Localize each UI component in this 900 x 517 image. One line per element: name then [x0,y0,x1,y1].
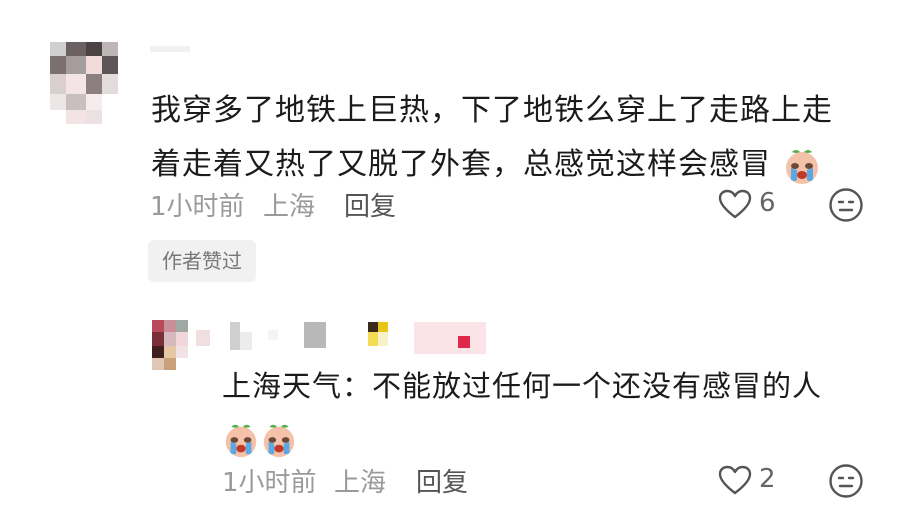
comment-location: 上海 [263,192,316,222]
replier-avatar[interactable] [152,320,188,370]
heart-icon [718,465,752,495]
comment-text: 我穿多了地铁上巨热，下了地铁么穿上了走路上走着走着又热了又脱了外套，总感觉这样会… [151,84,851,192]
reply-reply-button[interactable]: 回复 [416,462,468,499]
replier-username[interactable] [196,322,496,356]
reply-body: 上海天气：不能放过任何一个还没有感冒的人 [222,369,823,403]
comment-body: 我穿多了地铁上巨热，下了地铁么穿上了走路上走着走着又热了又脱了外套，总感觉这样会… [151,93,833,182]
author-liked-badge: 作者赞过 [148,240,256,282]
comment-dislike-button[interactable] [828,187,864,223]
commenter-username[interactable] [150,46,190,52]
reply-stickers [222,414,882,462]
dislike-face-icon [828,187,864,223]
comment-time: 1小时前 [150,192,245,222]
reply-time: 1小时前 [222,468,317,498]
commenter-avatar[interactable] [50,42,118,124]
dislike-face-icon [828,463,864,499]
reply-location: 上海 [334,468,387,498]
reply-like-button[interactable] [718,465,752,495]
comment-reply-button[interactable]: 回复 [344,186,396,223]
reply-like-count: 2 [759,464,776,494]
crying-sticker-icon [260,421,298,459]
reply-text: 上海天气：不能放过任何一个还没有感冒的人 [222,362,882,462]
reply-dislike-button[interactable] [828,463,864,499]
comment-like-button[interactable] [718,189,752,219]
crying-sticker-icon [782,146,822,186]
crying-sticker-icon [222,421,260,459]
heart-icon [718,189,752,219]
comment-like-count: 6 [759,188,776,218]
